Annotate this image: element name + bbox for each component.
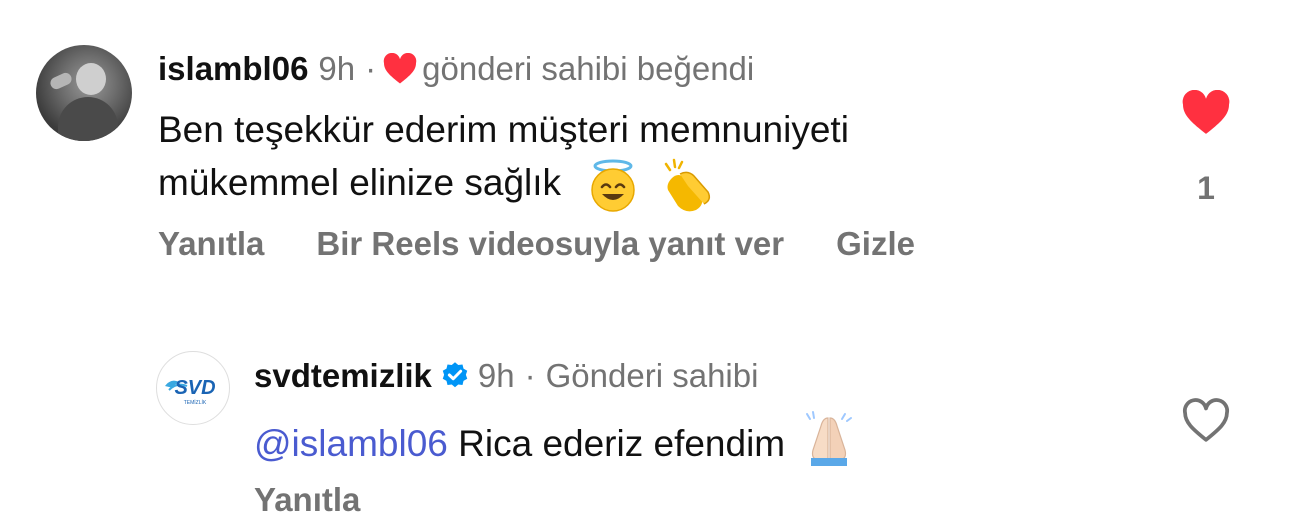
reply-button[interactable]: Yanıtla [158, 225, 264, 263]
reply-header: svdtemizlik 9h · Gönderi sahibi [254, 354, 758, 398]
reply-actions: Yanıtla [254, 478, 360, 522]
like-count[interactable]: 1 [1190, 170, 1222, 207]
reply-username[interactable]: svdtemizlik [254, 357, 432, 395]
avatar-photo-head [76, 63, 106, 95]
mention-link[interactable]: @islambl06 [254, 423, 448, 464]
reply-button[interactable]: Yanıtla [254, 481, 360, 519]
comment-text-line: mükemmel elinize sağlık [158, 161, 562, 203]
heart-icon [383, 53, 417, 84]
reply-text: @islambl06 Rica ederiz efendim [254, 410, 857, 469]
smiling-face-with-halo-icon [591, 159, 636, 212]
folded-hands-icon [806, 411, 853, 466]
avatar[interactable] [36, 45, 132, 141]
clapping-hands-icon [664, 158, 710, 212]
avatar-logo-text: SVD [174, 377, 215, 399]
like-heart-outline-icon[interactable] [1180, 398, 1232, 444]
avatar-photo-arm [48, 70, 74, 92]
svd-logo-icon: SVD TEMİZLİK [165, 377, 216, 406]
like-heart-filled-icon[interactable] [1180, 90, 1232, 136]
reels-reply-button[interactable]: Bir Reels videosuyla yanıt ver [316, 225, 784, 263]
comment-actions: Yanıtla Bir Reels videosuyla yanıt ver G… [158, 222, 967, 266]
avatar-photo-body [58, 97, 118, 141]
avatar[interactable]: SVD TEMİZLİK [156, 351, 230, 425]
liked-by-author-note: gönderi sahibi beğendi [422, 50, 755, 87]
avatar-logo-subtext: TEMİZLİK [184, 399, 207, 406]
comment-text-line: Ben teşekkür ederim müşteri memnuniyeti [158, 109, 849, 150]
author-badge: Gönderi sahibi [545, 357, 759, 394]
reply-message: Rica ederiz efendim [458, 423, 786, 464]
comment-username[interactable]: islambl06 [158, 50, 308, 88]
meta-separator: · [524, 357, 536, 394]
verified-badge-icon [442, 362, 468, 388]
reply-time: 9h [477, 357, 515, 394]
hide-button[interactable]: Gizle [836, 225, 915, 263]
meta-separator: · [365, 50, 377, 87]
comment-time: 9h [318, 50, 356, 87]
comment-text: Ben teşekkür ederim müşteri memnuniyeti … [158, 104, 1058, 214]
comment-header: islambl06 9h · gönderi sahibi beğendi [158, 47, 754, 91]
